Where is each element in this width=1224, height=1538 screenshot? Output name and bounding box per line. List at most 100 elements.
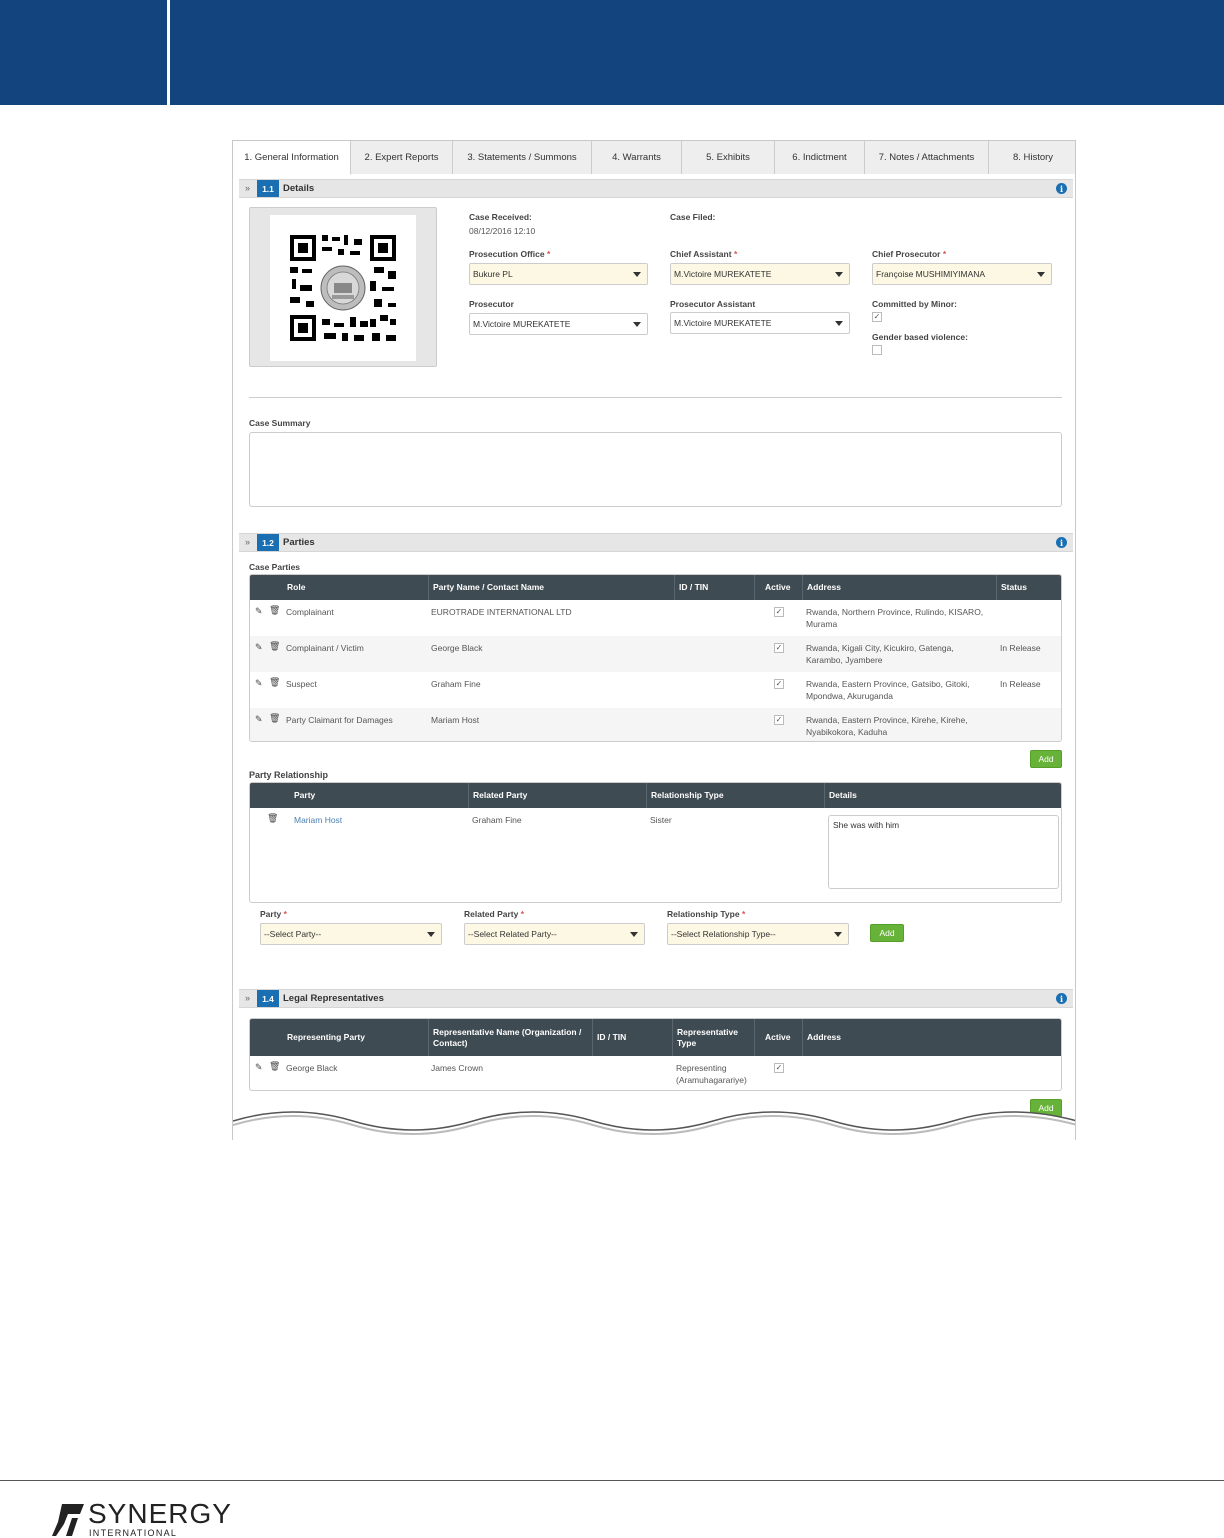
party-address: Rwanda, Kigali City, Kicukiro, Gatenga, K… — [806, 643, 954, 665]
party-name: George Black — [431, 643, 483, 653]
tab-expert-reports[interactable]: 2. Expert Reports — [351, 141, 453, 174]
trash-icon[interactable]: 🗑 — [269, 1061, 280, 1072]
dropdown-arrow-icon — [427, 932, 435, 937]
trash-icon[interactable]: 🗑 — [269, 605, 280, 616]
qr-code-icon — [290, 235, 396, 341]
trash-icon[interactable]: 🗑 — [269, 677, 280, 688]
chief-prosecutor-select[interactable]: Françoise MUSHIMIYIMANA — [872, 263, 1052, 285]
party-select[interactable]: --Select Party-- — [260, 923, 442, 945]
relationship-details-textarea[interactable]: She was with him — [828, 815, 1059, 889]
column-header[interactable]: ID / TIN — [674, 575, 754, 600]
active-checkbox[interactable]: ✓ — [774, 1063, 784, 1073]
prosecution-office-select[interactable]: Bukure PL — [469, 263, 648, 285]
case-summary-textarea[interactable] — [249, 432, 1062, 507]
tab-indictment[interactable]: 6. Indictment — [775, 141, 865, 174]
column-header[interactable]: Role — [283, 575, 428, 600]
column-header[interactable]: Address — [802, 1019, 1061, 1056]
prosecutor-value: M.Victoire MUREKATETE — [473, 319, 571, 329]
info-icon[interactable]: i — [1056, 537, 1067, 548]
prosecutor-select[interactable]: M.Victoire MUREKATETE — [469, 313, 648, 335]
collapse-chevron-icon[interactable]: » — [245, 993, 250, 1003]
active-checkbox[interactable]: ✓ — [774, 607, 784, 617]
add-party-button[interactable]: Add — [1030, 750, 1062, 768]
chief-assistant-select[interactable]: M.Victoire MUREKATETE — [670, 263, 850, 285]
column-header[interactable]: Active — [754, 1019, 802, 1056]
brand-name: SYNERGY — [88, 1498, 232, 1529]
committed-by-minor-checkbox[interactable]: ✓ — [872, 312, 882, 322]
prosecution-office-label: Prosecution Office * — [469, 249, 551, 259]
dropdown-arrow-icon — [834, 932, 842, 937]
case-received-label: Case Received: — [469, 212, 532, 222]
active-checkbox[interactable]: ✓ — [774, 679, 784, 689]
relationship-party[interactable]: Mariam Host — [294, 814, 342, 826]
active-checkbox[interactable]: ✓ — [774, 715, 784, 725]
footer-divider — [0, 1480, 1224, 1481]
section-legal-representatives-header[interactable]: » 1.4 Legal Representatives i — [239, 989, 1073, 1008]
column-header[interactable]: Relationship Type — [646, 783, 824, 808]
tab-exhibits[interactable]: 5. Exhibits — [682, 141, 775, 174]
prosecutor-assistant-select[interactable]: M.Victoire MUREKATETE — [670, 312, 850, 334]
column-header[interactable]: ID / TIN — [592, 1019, 672, 1056]
tab-history[interactable]: 8. History — [989, 141, 1075, 174]
column-header[interactable]: Active — [754, 575, 802, 600]
column-header[interactable]: Party Name / Contact Name — [428, 575, 674, 600]
tab-general-information[interactable]: 1. General Information — [233, 141, 351, 175]
column-header[interactable]: Address — [802, 575, 996, 600]
tab-warrants[interactable]: 4. Warrants — [592, 141, 682, 174]
prosecutor-label: Prosecutor — [469, 299, 514, 309]
party-select-value: --Select Party-- — [264, 929, 322, 939]
column-header[interactable]: Party — [290, 783, 468, 808]
gender-based-violence-checkbox[interactable] — [872, 345, 882, 355]
case-form-screenshot: 1. General Information 2. Expert Reports… — [232, 140, 1076, 1140]
table-row: ✎ 🗑 Party Claimant for Damages Mariam Ho… — [250, 708, 1061, 741]
table-row: ✎ 🗑 Complainant EUROTRADE INTERNATIONAL … — [250, 600, 1061, 636]
synergy-logo-icon — [52, 1504, 84, 1536]
info-icon[interactable]: i — [1056, 183, 1067, 194]
active-checkbox[interactable]: ✓ — [774, 643, 784, 653]
trash-icon[interactable]: 🗑 — [269, 641, 280, 652]
party-role: Party Claimant for Damages — [286, 715, 393, 725]
brand-subtitle: INTERNATIONAL SYSTEMS — [89, 1528, 177, 1538]
qr-code-panel — [249, 207, 437, 367]
dropdown-arrow-icon — [633, 322, 641, 327]
related-party-select[interactable]: --Select Related Party-- — [464, 923, 645, 945]
qr-code-image — [270, 215, 416, 361]
dropdown-arrow-icon — [1037, 272, 1045, 277]
related-party-select-value: --Select Related Party-- — [468, 929, 557, 939]
committed-by-minor-label: Committed by Minor: — [872, 299, 957, 309]
table-row: ✎ 🗑 Suspect Graham Fine ✓ Rwanda, Easter… — [250, 672, 1061, 708]
section-details-header[interactable]: » 1.1 Details i — [239, 179, 1073, 198]
party-address: Rwanda, Northern Province, Rulindo, KISA… — [806, 607, 984, 629]
edit-pencil-icon[interactable]: ✎ — [255, 678, 263, 689]
trash-icon[interactable]: 🗑 — [269, 713, 280, 724]
gender-based-violence-label: Gender based violence: — [872, 332, 968, 342]
chief-assistant-value: M.Victoire MUREKATETE — [674, 269, 772, 279]
party-form-label: Party * — [260, 909, 287, 919]
prosecution-office-value: Bukure PL — [473, 269, 513, 279]
column-header[interactable]: Status — [996, 575, 1061, 600]
trash-icon[interactable]: 🗑 — [267, 813, 278, 824]
column-header[interactable]: Representative Name (Organization / Cont… — [428, 1019, 592, 1056]
party-status: In Release — [1000, 679, 1041, 689]
tab-statements-summons[interactable]: 3. Statements / Summons — [453, 141, 592, 174]
section-number: 1.2 — [257, 534, 279, 551]
edit-pencil-icon[interactable]: ✎ — [255, 606, 263, 617]
torn-edge-decoration — [233, 1111, 1075, 1140]
info-icon[interactable]: i — [1056, 993, 1067, 1004]
column-header[interactable]: Representative Type — [672, 1019, 754, 1056]
column-header[interactable]: Representing Party — [283, 1019, 428, 1056]
relationship-type-select[interactable]: --Select Relationship Type-- — [667, 923, 849, 945]
column-header[interactable]: Related Party — [468, 783, 646, 808]
tab-notes-attachments[interactable]: 7. Notes / Attachments — [865, 141, 989, 174]
collapse-chevron-icon[interactable]: » — [245, 183, 250, 193]
edit-pencil-icon[interactable]: ✎ — [255, 714, 263, 725]
case-parties-table: Role Party Name / Contact Name ID / TIN … — [249, 574, 1062, 742]
edit-pencil-icon[interactable]: ✎ — [255, 642, 263, 653]
section-parties-header[interactable]: » 1.2 Parties i — [239, 533, 1073, 552]
add-relationship-button[interactable]: Add — [870, 924, 904, 942]
column-header[interactable]: Details — [824, 783, 1061, 808]
edit-pencil-icon[interactable]: ✎ — [255, 1062, 263, 1073]
relationship-related-party: Graham Fine — [472, 815, 522, 825]
collapse-chevron-icon[interactable]: » — [245, 537, 250, 547]
representative-type: Representing (Aramuhagarariye) — [676, 1063, 747, 1085]
